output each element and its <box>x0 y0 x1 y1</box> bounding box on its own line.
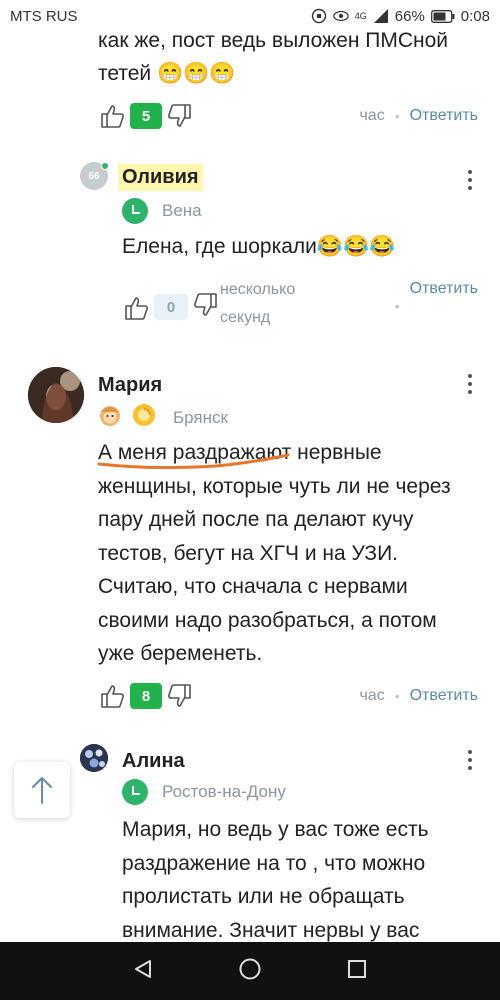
status-bar: MTS RUS 4G 66% 0:08 <box>0 0 500 32</box>
clock: 0:08 <box>460 7 490 25</box>
author-meta: Ростов-на-Дону <box>122 779 286 805</box>
author-name-highlight[interactable]: Оливия <box>118 164 203 191</box>
author-meta: Брянск <box>97 402 228 433</box>
avatar[interactable] <box>80 744 108 772</box>
comment-text-line: тестов, бегут на ХГЧ и на УЗИ. <box>98 541 399 565</box>
network-type-label: 4G <box>354 10 367 21</box>
system-nav-bar <box>0 942 500 1000</box>
recents-icon[interactable] <box>346 958 368 985</box>
avatar[interactable]: 66 <box>80 162 109 190</box>
vote-count: 5 <box>130 103 162 129</box>
comment-text-line: Мария, но ведь у вас тоже есть <box>122 818 429 841</box>
author-name[interactable]: Мария <box>98 374 162 397</box>
author-name: Оливия <box>122 166 199 188</box>
thumbs-down-icon[interactable] <box>166 682 194 710</box>
clock-badge-icon <box>122 198 148 224</box>
reply-button[interactable]: Ответить <box>410 687 478 705</box>
comment-text-line: пролистать или не обращать <box>122 885 405 908</box>
thumbs-up-icon[interactable] <box>98 102 126 130</box>
avatar[interactable] <box>28 367 84 423</box>
more-options-icon[interactable] <box>466 170 474 190</box>
sun-badge-icon <box>131 402 157 433</box>
author-meta: Вена <box>122 198 202 224</box>
thumbs-down-icon[interactable] <box>166 102 194 130</box>
eye-icon <box>333 8 349 24</box>
thumbs-up-icon[interactable] <box>98 682 126 710</box>
more-options-icon[interactable] <box>466 750 474 770</box>
comment-actions: 8 час • Ответить <box>98 682 478 710</box>
separator-dot: • <box>394 688 400 704</box>
clock-badge-icon <box>122 779 148 805</box>
comment-text: Елена, где шоркали😂😂😂 <box>122 235 396 258</box>
separator-dot: • <box>394 108 400 124</box>
author-city: Вена <box>162 201 202 220</box>
rotation-lock-icon <box>311 8 327 24</box>
author-name[interactable]: Алина <box>122 750 185 773</box>
comment-time: час <box>359 687 385 704</box>
girl-badge-icon <box>97 402 123 433</box>
comment-time-line: секунд <box>220 309 271 326</box>
comment-text-line: раздражение на то , что можно <box>122 851 426 875</box>
comment-actions: 0 несколько секунд • Ответить <box>122 276 478 332</box>
reply-button[interactable]: Ответить <box>410 107 478 125</box>
comments-feed[interactable]: как же, пост ведь выложен ПМСной тетей 😁… <box>0 32 500 942</box>
back-icon[interactable] <box>132 958 154 985</box>
comment-text-line: своими надо разобраться, а потом <box>98 608 437 632</box>
more-options-icon[interactable] <box>466 374 474 394</box>
author-city: Брянск <box>173 407 228 427</box>
handwritten-underline <box>97 453 290 470</box>
arrow-up-icon <box>32 777 52 804</box>
comment-text: Мария, но ведь у вас тоже есть раздражен… <box>122 813 429 942</box>
comment-time: несколько секунд <box>220 276 295 332</box>
thumbs-up-icon[interactable] <box>122 294 150 322</box>
vote-count: 8 <box>130 683 162 709</box>
vote-count: 0 <box>154 294 188 320</box>
thumbs-down-icon[interactable] <box>192 291 220 319</box>
comment-text-line: тетей 😁😁😁 <box>98 62 236 85</box>
avatar-label: 66 <box>88 170 100 182</box>
comment-time-line: несколько <box>220 281 296 298</box>
carrier-label: MTS RUS <box>10 7 78 25</box>
status-icons: 4G 66% 0:08 <box>311 8 490 25</box>
battery-icon <box>430 8 455 24</box>
signal-icon <box>373 8 389 24</box>
comment-text-line: внимание. Значит нервы у вас <box>122 918 420 942</box>
home-icon[interactable] <box>238 957 262 986</box>
comment-text-line: уже беременеть. <box>98 642 263 665</box>
comment-text-line: женщины, которые чуть ли не через <box>98 474 451 498</box>
comment-time: час <box>359 107 385 124</box>
online-indicator <box>101 162 109 170</box>
separator-dot: • <box>394 298 400 314</box>
comment-text-line: пару дней после па делают кучу <box>98 508 414 531</box>
battery-percent: 66% <box>394 7 425 25</box>
reply-button[interactable]: Ответить <box>410 280 478 298</box>
author-city: Ростов-на-Дону <box>162 782 286 801</box>
comment-text-line: Считаю, что сначала с нервами <box>98 575 408 598</box>
scroll-to-top-button[interactable] <box>14 762 70 818</box>
comment-actions: 5 час • Ответить <box>98 102 478 130</box>
comment-text-line: как же, пост ведь выложен ПМСной <box>98 32 449 52</box>
